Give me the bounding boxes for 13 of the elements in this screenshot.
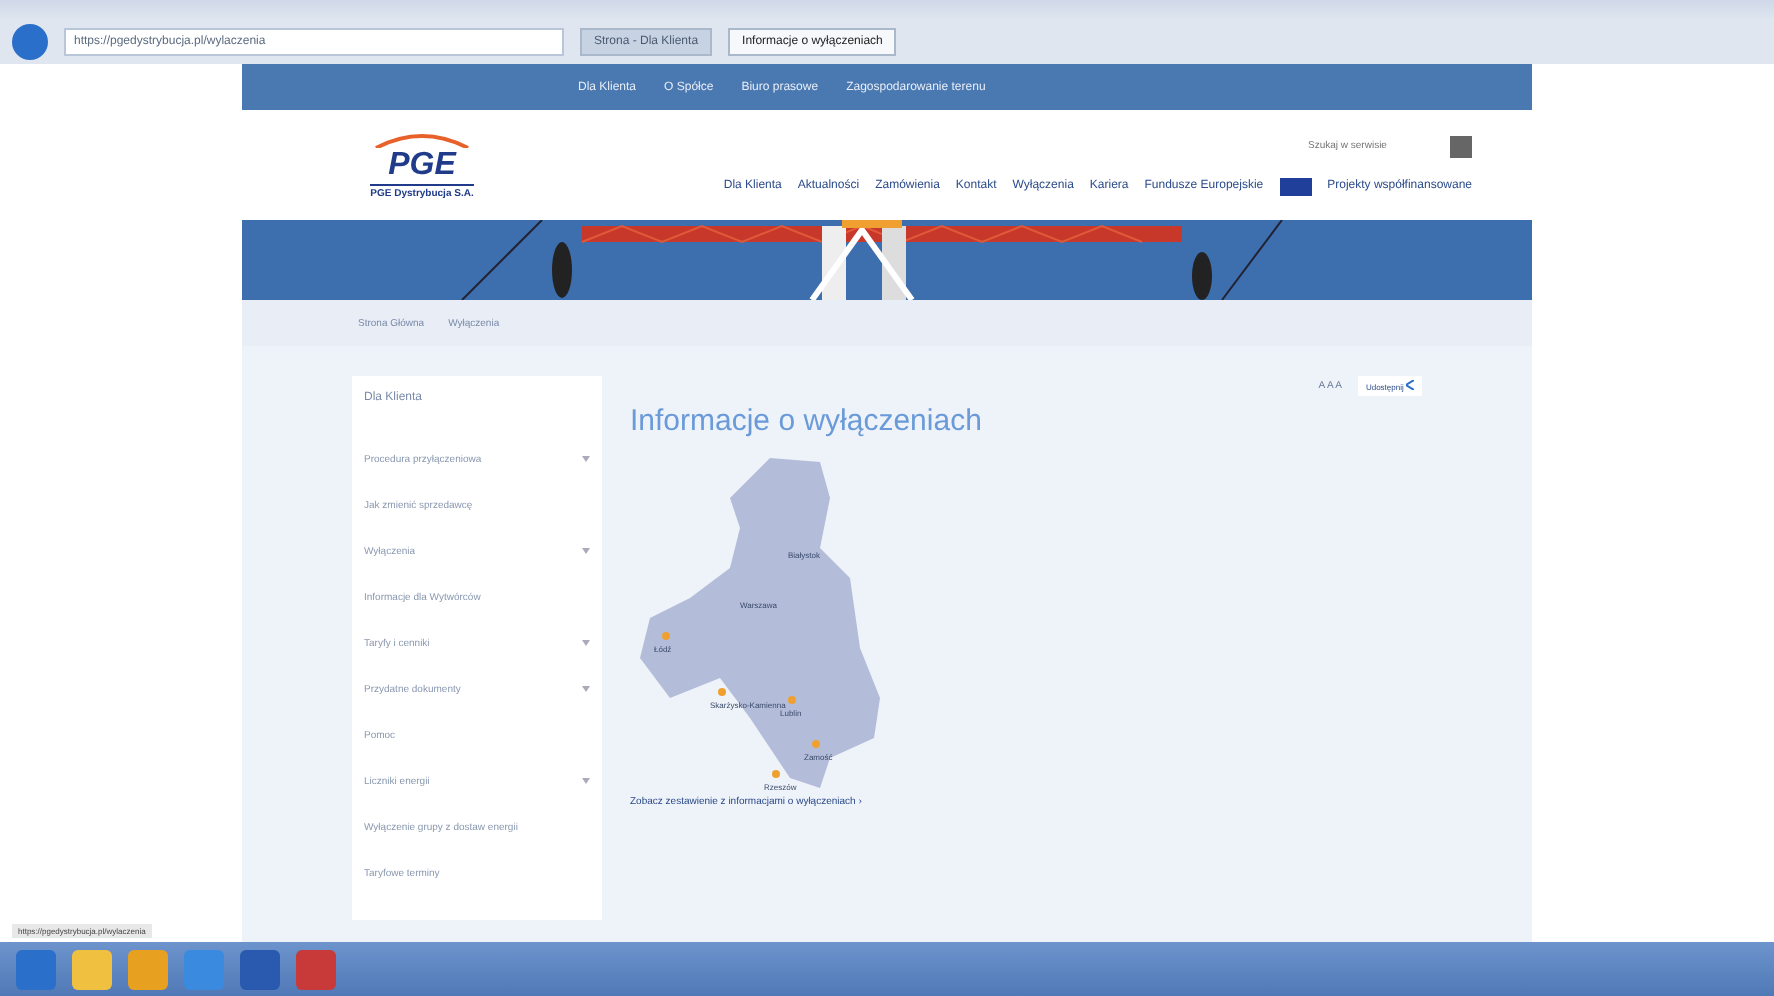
taskbar-app-icon[interactable] [128,949,168,989]
back-button[interactable] [12,24,48,60]
taskbar-app-icon[interactable] [184,949,224,989]
logo-arc-icon [372,131,472,147]
share-icon [1406,380,1414,390]
flag-icon [1279,177,1312,195]
taskbar-app-icon[interactable] [296,949,336,989]
taskbar-app-icon[interactable] [240,949,280,989]
logo[interactable]: PGE [388,147,456,183]
page-title: Informacje o wyłączeniach [630,404,984,438]
search-button[interactable] [1450,135,1472,157]
taskbar-app-icon[interactable] [16,949,56,989]
taskbar-app-icon[interactable] [72,949,112,989]
